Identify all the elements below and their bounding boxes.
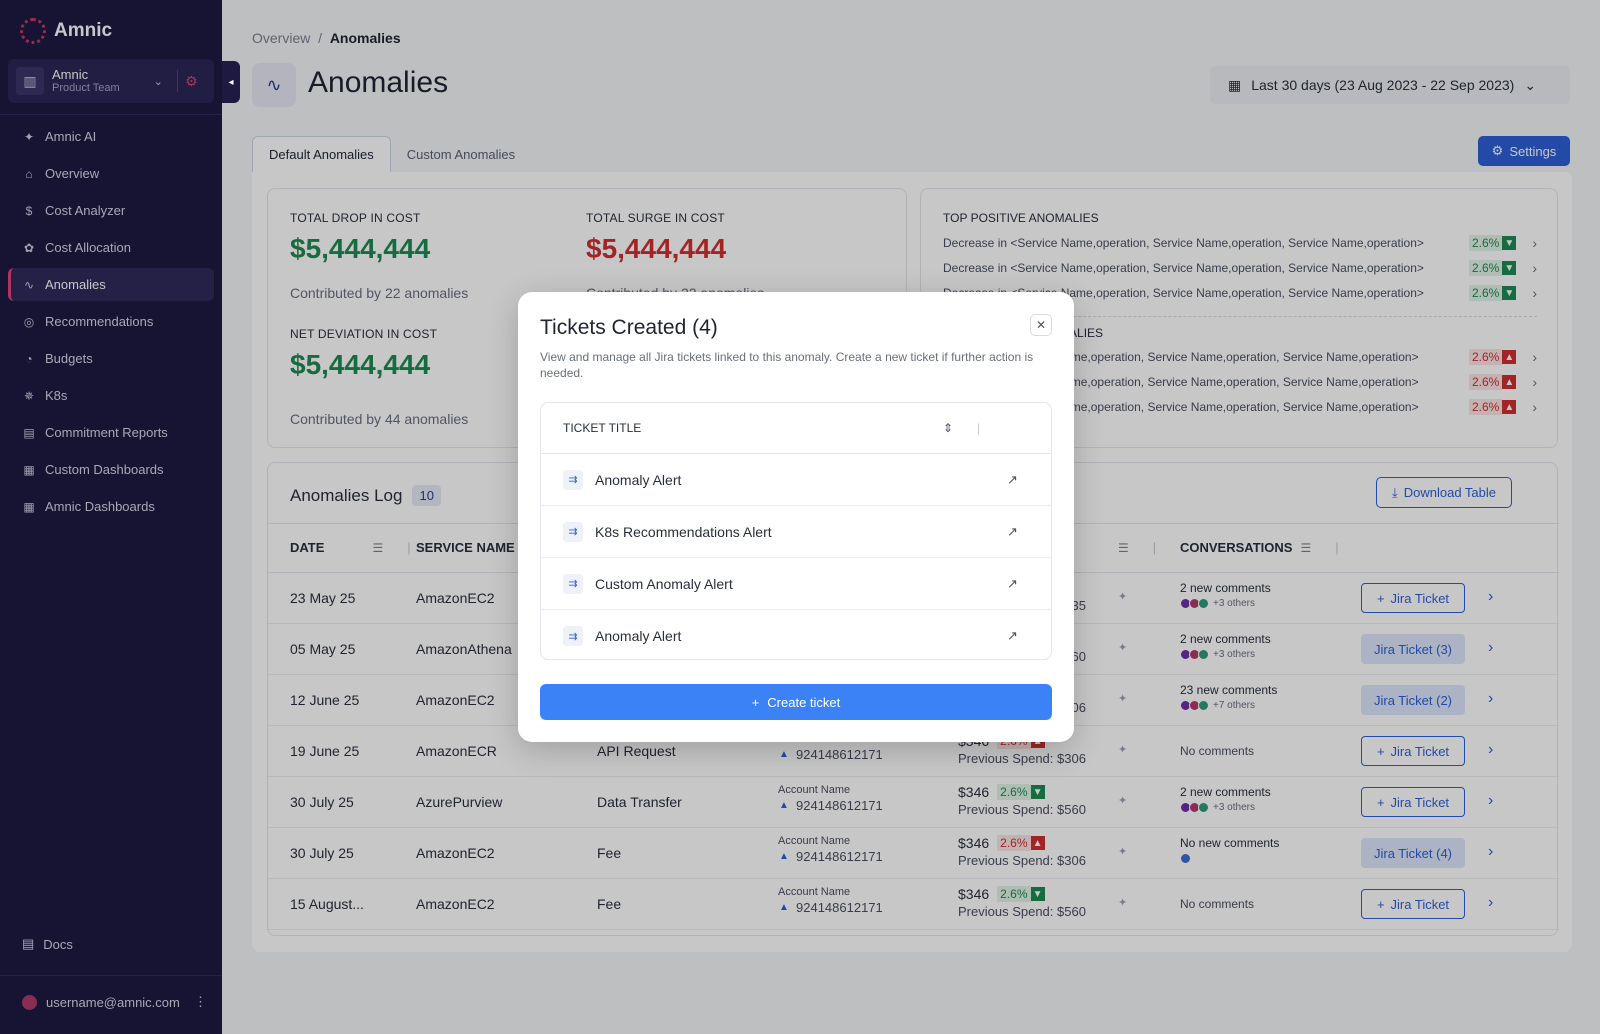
external-link-icon[interactable]: ↗ — [1007, 524, 1018, 540]
close-icon[interactable]: ✕ — [1030, 314, 1052, 336]
external-link-icon[interactable]: ↗ — [1007, 628, 1018, 644]
external-link-icon[interactable]: ↗ — [1007, 576, 1018, 592]
sort-icon[interactable]: ⇕ — [943, 421, 953, 435]
ticket-row[interactable]: ⇉ K8s Recommendations Alert ↗ — [541, 506, 1051, 558]
external-link-icon[interactable]: ↗ — [1007, 472, 1018, 488]
ticket-row[interactable]: ⇉ Custom Anomaly Alert ↗ — [541, 558, 1051, 610]
jira-icon: ⇉ — [563, 521, 583, 542]
ticket-title: Custom Anomaly Alert — [595, 575, 733, 592]
modal-title: Tickets Created (4) — [540, 316, 718, 339]
tickets-table: TICKET TITLE ⇕ | ⇉ Anomaly Alert ↗ ⇉ K8s Rec… — [540, 402, 1052, 660]
jira-icon: ⇉ — [563, 626, 583, 646]
plus-icon: + — [751, 694, 760, 710]
ticket-title: K8s Recommendations Alert — [595, 523, 772, 540]
ticket-title: Anomaly Alert — [595, 628, 682, 644]
modal-description: View and manage all Jira tickets linked … — [540, 350, 1034, 380]
ticket-row[interactable]: ⇉ Anomaly Alert ↗ — [541, 454, 1051, 506]
column-ticket-title: TICKET TITLE — [563, 421, 642, 435]
ticket-title: Anomaly Alert — [595, 471, 682, 488]
tickets-table-header: TICKET TITLE ⇕ | — [541, 403, 1051, 454]
jira-icon: ⇉ — [563, 469, 583, 490]
tickets-created-modal: Tickets Created (4) ✕ View and manage al… — [518, 292, 1074, 742]
column-separator: | — [977, 421, 981, 435]
create-ticket-label: Create ticket — [767, 694, 841, 710]
create-ticket-button[interactable]: + Create ticket — [540, 684, 1052, 720]
jira-icon: ⇉ — [563, 573, 583, 594]
collapse-sidebar-icon[interactable]: ◂ — [222, 61, 240, 103]
ticket-row[interactable]: ⇉ Anomaly Alert ↗ — [541, 610, 1051, 659]
